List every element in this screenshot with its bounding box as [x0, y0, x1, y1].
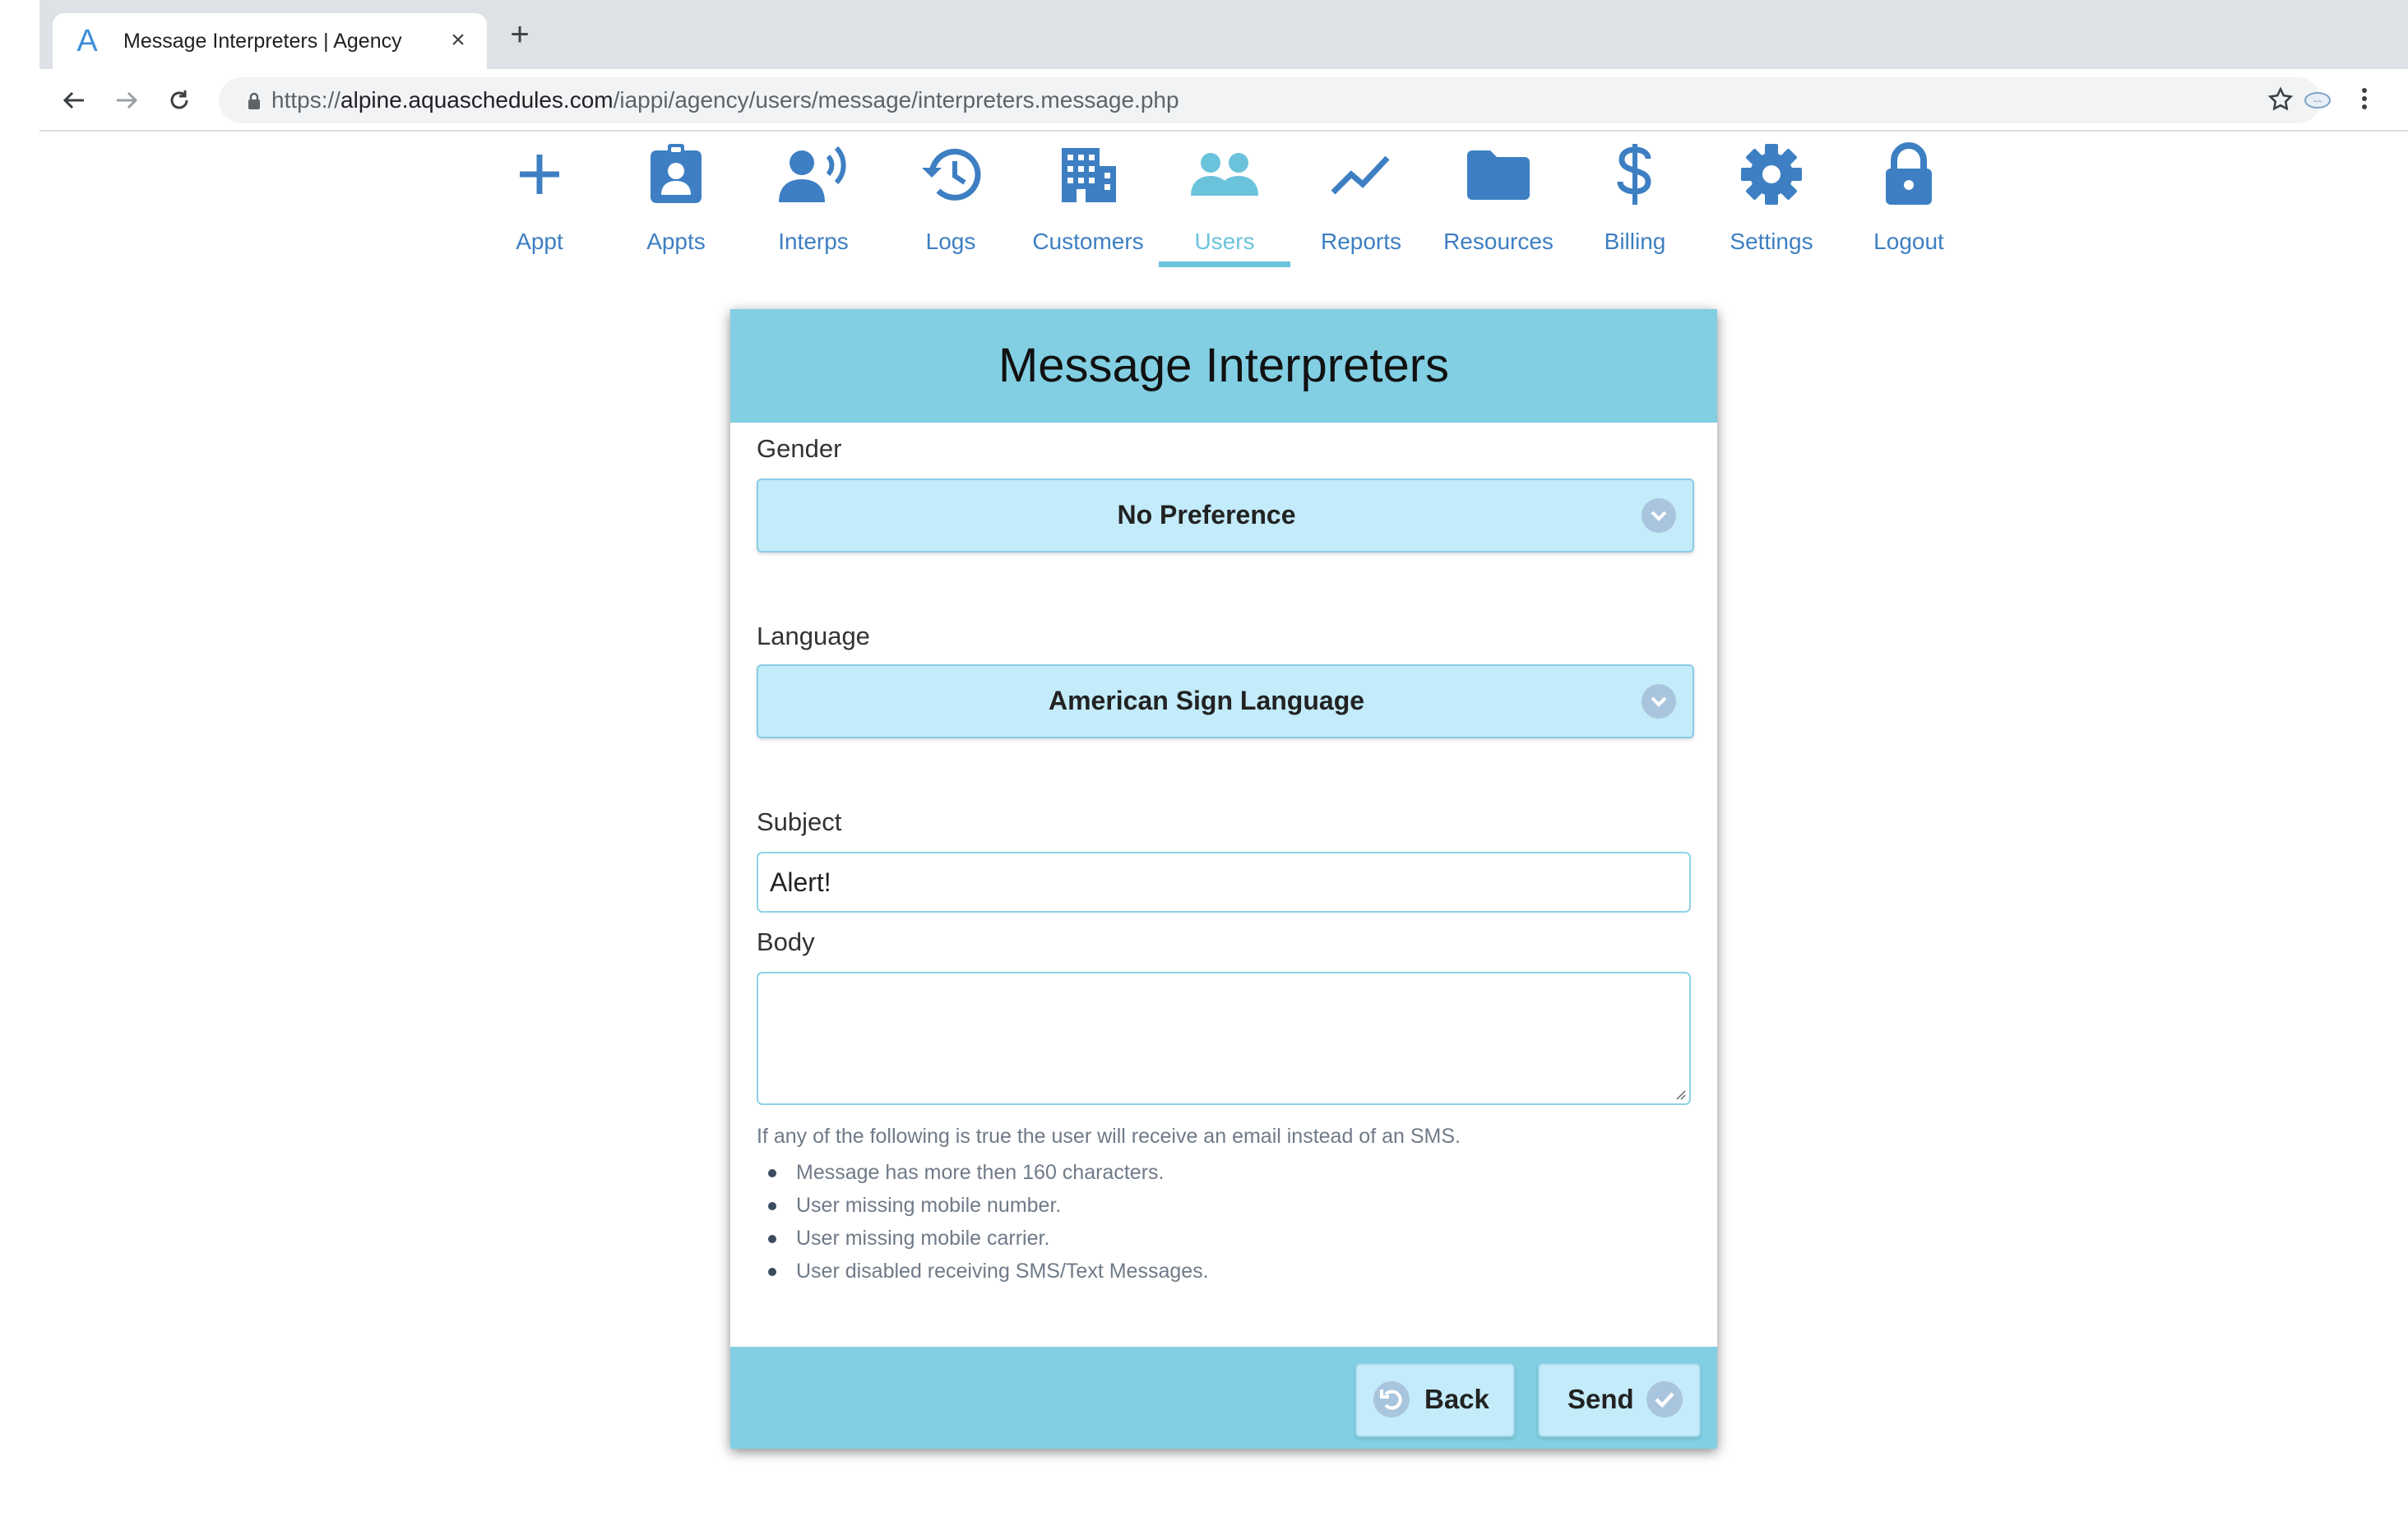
gender-label: Gender [757, 434, 842, 463]
sms-conditions-list: Message has more then 160 characters. Us… [768, 1156, 1209, 1288]
send-label: Send [1568, 1384, 1634, 1414]
lock-icon [247, 92, 262, 114]
dollar-icon [1569, 141, 1701, 207]
chevron-down-icon [1642, 498, 1676, 533]
favicon-icon: A [76, 24, 98, 58]
bullet-icon [768, 1268, 776, 1276]
back-label: Back [1424, 1384, 1489, 1414]
url-text: https://alpine.aquaschedules.com/iappi/a… [271, 87, 1179, 113]
nav-label: Logout [1873, 229, 1944, 254]
browser-menu-icon[interactable] [2352, 81, 2377, 117]
nav-item-customers[interactable]: Customers [1022, 141, 1154, 265]
nav-label: Resources [1443, 229, 1554, 254]
plus-icon [474, 141, 605, 207]
gender-selected-value: No Preference [1117, 500, 1296, 529]
nav-label: Settings [1730, 229, 1813, 254]
address-bar[interactable]: https://alpine.aquaschedules.com/iappi/a… [219, 77, 2321, 123]
language-label: Language [757, 622, 870, 650]
bullet-icon [768, 1202, 776, 1210]
list-item: User disabled receiving SMS/Text Message… [768, 1255, 1209, 1288]
undo-arrow-icon [1373, 1381, 1410, 1417]
browser-tab-bar: A Message Interpreters | Agency × + [39, 0, 2408, 69]
lock-icon [1843, 141, 1975, 207]
forward-arrow-icon[interactable] [109, 82, 145, 118]
trend-line-icon [1295, 141, 1427, 207]
nav-label: Reports [1320, 229, 1402, 254]
bullet-icon [768, 1169, 776, 1177]
history-icon [885, 141, 1016, 207]
tab-title: Message Interpreters | Agency [123, 30, 402, 53]
active-tab-indicator [1159, 261, 1290, 267]
reload-icon[interactable] [161, 82, 197, 118]
nav-label: Appt [516, 229, 563, 254]
browser-tab[interactable]: A Message Interpreters | Agency × [53, 13, 487, 69]
nav-item-interps[interactable]: Interps [748, 141, 879, 265]
back-button[interactable]: Back [1355, 1363, 1515, 1437]
nav-label: Billing [1604, 229, 1666, 254]
speaking-person-icon [748, 141, 879, 207]
gender-select[interactable]: No Preference [757, 479, 1694, 553]
new-tab-icon[interactable]: + [505, 18, 535, 51]
gear-icon [1706, 141, 1837, 207]
nav-label: Logs [925, 229, 976, 254]
back-arrow-icon[interactable] [56, 82, 92, 118]
send-button[interactable]: Send [1538, 1363, 1701, 1437]
sms-note: If any of the following is true the user… [757, 1125, 1461, 1148]
list-item: User missing mobile number. [768, 1189, 1209, 1222]
body-textarea[interactable] [757, 972, 1691, 1105]
nav-item-appts[interactable]: Appts [610, 141, 742, 265]
subject-input[interactable]: Alert! [757, 852, 1691, 913]
page-title: Message Interpreters [998, 339, 1450, 392]
folder-icon [1433, 141, 1564, 207]
users-icon [1159, 141, 1290, 207]
nav-item-reports[interactable]: Reports [1295, 141, 1427, 265]
nav-label: Customers [1032, 229, 1144, 254]
nav-label: Interps [778, 229, 849, 254]
main-nav: Appt Appts Interps Logs Customers Users [0, 130, 2408, 270]
nav-item-logs[interactable]: Logs [885, 141, 1016, 265]
nav-item-appt[interactable]: Appt [474, 141, 605, 265]
svg-text:~~: ~~ [2313, 97, 2322, 105]
extension-icon[interactable]: ~~ [2303, 87, 2332, 112]
nav-label: Users [1194, 229, 1255, 254]
list-item: User missing mobile carrier. [768, 1222, 1209, 1255]
language-select[interactable]: American Sign Language [757, 664, 1694, 738]
resize-handle-icon[interactable] [1674, 1089, 1686, 1100]
close-tab-icon[interactable]: × [446, 28, 470, 53]
building-icon [1022, 141, 1154, 207]
subject-label: Subject [757, 807, 842, 836]
nav-item-users[interactable]: Users [1159, 141, 1290, 267]
list-item: Message has more then 160 characters. [768, 1156, 1209, 1189]
panel-footer: Back Send [730, 1347, 1717, 1449]
id-badge-icon [610, 141, 742, 207]
message-form-panel: Message Interpreters Gender No Preferenc… [730, 309, 1717, 1449]
chevron-down-icon [1642, 684, 1676, 719]
browser-toolbar: https://alpine.aquaschedules.com/iappi/a… [39, 69, 2408, 132]
bullet-icon [768, 1235, 776, 1243]
nav-item-resources[interactable]: Resources [1433, 141, 1564, 265]
subject-value: Alert! [770, 867, 831, 897]
nav-item-settings[interactable]: Settings [1706, 141, 1837, 265]
nav-label: Appts [646, 229, 706, 254]
body-label: Body [757, 927, 815, 956]
language-selected-value: American Sign Language [1048, 686, 1365, 715]
checkmark-icon [1646, 1381, 1683, 1417]
nav-item-billing[interactable]: Billing [1569, 141, 1701, 265]
panel-header: Message Interpreters [730, 309, 1717, 423]
nav-item-logout[interactable]: Logout [1843, 141, 1975, 265]
bookmark-star-icon[interactable] [2267, 86, 2295, 118]
